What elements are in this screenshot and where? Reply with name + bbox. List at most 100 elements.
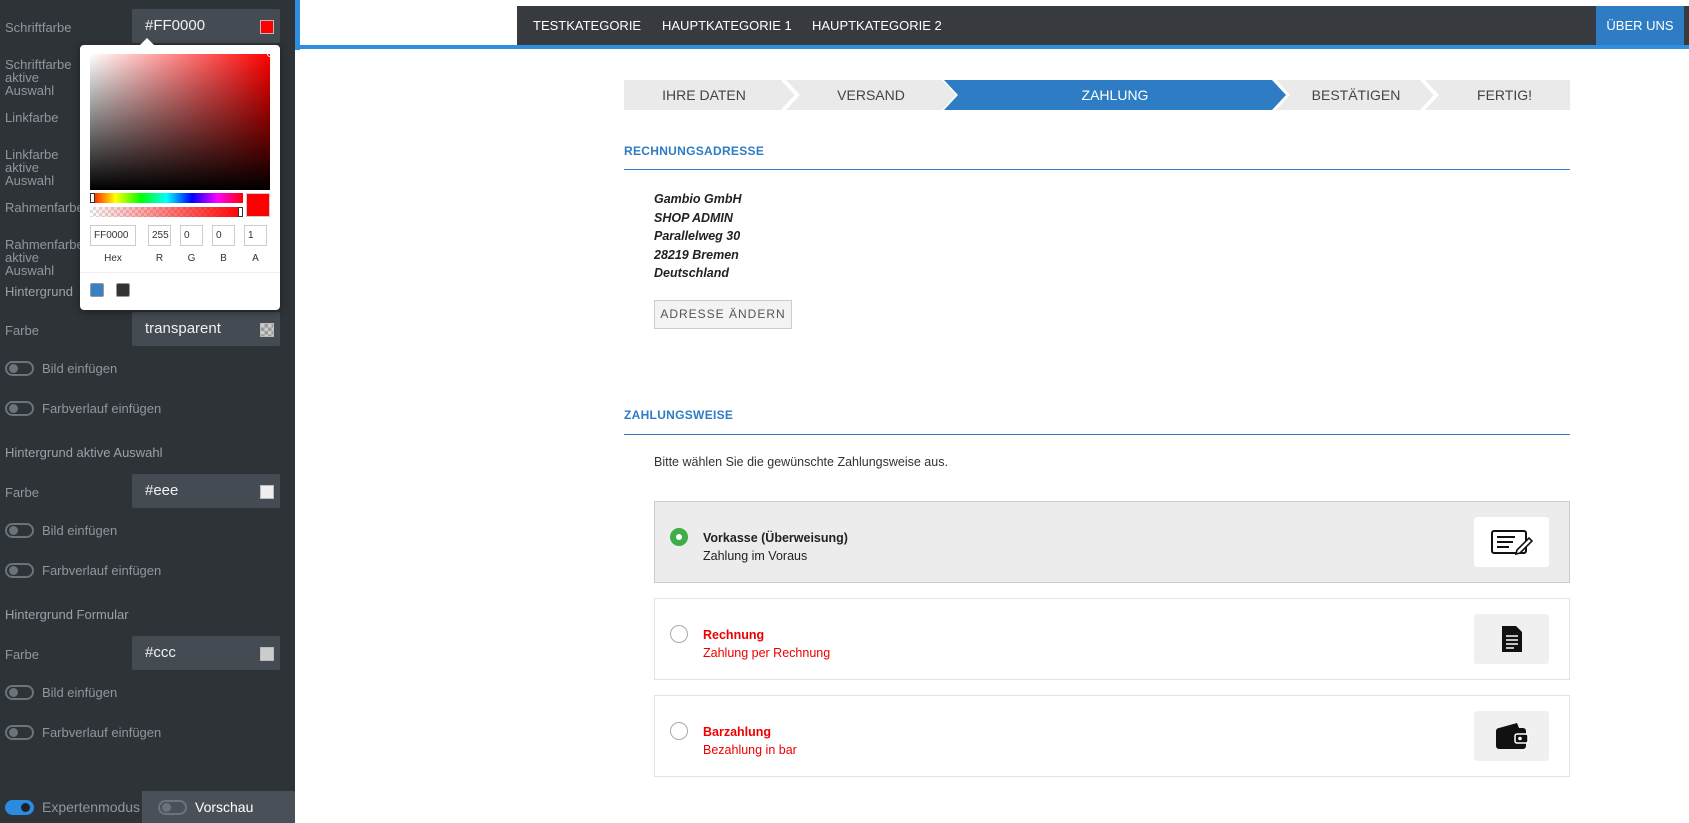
payment-name: Rechnung bbox=[703, 628, 765, 642]
alpha-slider[interactable] bbox=[90, 207, 243, 217]
section-hintergrund: Hintergrund bbox=[5, 284, 73, 299]
toggle-label: Farbverlauf einfügen bbox=[42, 401, 162, 416]
toggle-switch[interactable] bbox=[5, 361, 34, 376]
step-fertig: FERTIG! bbox=[1477, 87, 1532, 103]
transparent-swatch[interactable] bbox=[260, 323, 274, 337]
radio-button[interactable] bbox=[670, 625, 688, 643]
nav-underline bbox=[300, 45, 1689, 49]
payment-divider bbox=[624, 434, 1570, 435]
r-label: R bbox=[155, 253, 164, 264]
hue-slider[interactable] bbox=[90, 193, 243, 203]
toggle-switch[interactable] bbox=[158, 799, 187, 815]
section-hintergrund-formular: Hintergrund Formular bbox=[5, 607, 129, 622]
section-hintergrund-aktiv: Hintergrund aktive Auswahl bbox=[5, 445, 163, 460]
expert-mode-label: Expertenmodus bbox=[42, 799, 141, 815]
toggle-bild-aktiv[interactable]: Bild einfügen bbox=[5, 523, 117, 538]
hintergrund-farbe-input[interactable]: transparent bbox=[132, 312, 280, 346]
hex-input[interactable] bbox=[90, 225, 136, 246]
color-swatch[interactable] bbox=[260, 20, 274, 34]
g-input[interactable] bbox=[180, 225, 203, 246]
nav-item-ueber-uns[interactable]: ÜBER UNS bbox=[1596, 6, 1684, 45]
alpha-handle[interactable] bbox=[238, 207, 243, 217]
invoice-icon bbox=[1474, 614, 1549, 664]
toggle-switch[interactable] bbox=[5, 523, 34, 538]
g-label: G bbox=[187, 253, 196, 264]
toggle-label: Bild einfügen bbox=[42, 523, 118, 538]
expert-mode-toggle[interactable]: Expertenmodus bbox=[0, 791, 142, 823]
radio-button[interactable] bbox=[670, 722, 688, 740]
hintergrund-farbe-value: transparent bbox=[145, 320, 221, 337]
hue-handle[interactable] bbox=[90, 193, 95, 203]
toggle-verlauf-hintergrund[interactable]: Farbverlauf einfügen bbox=[5, 401, 161, 416]
preview-label: Vorschau bbox=[195, 799, 254, 815]
step-ihre-daten[interactable]: IHRE DATEN bbox=[624, 80, 784, 110]
theme-editor-sidebar: Schriftfarbe #FF0000 Schriftfarbe aktive… bbox=[0, 0, 295, 823]
shop-preview: TESTKATEGORIE HAUPTKATEGORIE 1 HAUPTKATE… bbox=[295, 0, 1689, 823]
hex-label: Hex bbox=[104, 253, 122, 264]
checkout-stepper: IHRE DATEN VERSAND ZAHLUNG BESTÄTIGEN FE… bbox=[624, 80, 1570, 110]
label-farbe: Farbe bbox=[5, 323, 39, 338]
address-line: Parallelweg 30 bbox=[654, 229, 741, 243]
toggle-switch[interactable] bbox=[5, 685, 34, 700]
payment-option-rechnung[interactable]: Rechnung Zahlung per Rechnung bbox=[654, 598, 1570, 680]
address-line: Gambio GmbH bbox=[654, 192, 742, 206]
nav-item-hauptkategorie-2[interactable]: HAUPTKATEGORIE 2 bbox=[812, 6, 942, 45]
schriftfarbe-value: #FF0000 bbox=[145, 17, 206, 34]
address-line: 28219 Bremen bbox=[654, 247, 739, 262]
label-linkfarbe: Linkfarbe bbox=[5, 110, 59, 125]
schriftfarbe-input[interactable]: #FF0000 bbox=[132, 9, 280, 43]
change-address-button[interactable]: ADRESSE ÄNDERN bbox=[654, 300, 792, 329]
hintergrund-formular-farbe-value: #ccc bbox=[145, 644, 176, 661]
hintergrund-formular-farbe-input[interactable]: #ccc bbox=[132, 636, 280, 670]
preset-swatch-blue[interactable] bbox=[90, 283, 104, 297]
saturation-handle[interactable] bbox=[267, 51, 273, 57]
payment-desc: Bezahlung in bar bbox=[703, 743, 797, 757]
preset-swatch-dark[interactable] bbox=[116, 283, 130, 297]
color-preview bbox=[246, 193, 270, 217]
payment-option-vorkasse[interactable]: Vorkasse (Überweisung) Zahlung im Voraus bbox=[654, 501, 1570, 583]
toggle-label: Bild einfügen bbox=[42, 685, 118, 700]
color-swatch[interactable] bbox=[260, 485, 274, 499]
step-bestaetigen: BESTÄTIGEN bbox=[1311, 87, 1401, 103]
label-linkfarbe-aktiv: Linkfarbe aktive Auswahl bbox=[5, 147, 59, 188]
a-input[interactable] bbox=[244, 225, 267, 246]
nav-item-testkategorie[interactable]: TESTKATEGORIE bbox=[533, 6, 641, 45]
toggle-verlauf-aktiv[interactable]: Farbverlauf einfügen bbox=[5, 563, 161, 578]
payment-option-barzahlung[interactable]: Barzahlung Bezahlung in bar bbox=[654, 695, 1570, 777]
r-input[interactable] bbox=[148, 225, 171, 246]
preview-toggle[interactable]: Vorschau bbox=[142, 791, 295, 823]
payment-name: Vorkasse (Überweisung) bbox=[703, 531, 848, 545]
toggle-switch[interactable] bbox=[5, 725, 34, 740]
toggle-switch[interactable] bbox=[5, 401, 34, 416]
sidebar-footer: Expertenmodus Vorschau bbox=[0, 791, 295, 823]
prepayment-icon bbox=[1474, 517, 1549, 567]
radio-button[interactable] bbox=[670, 528, 688, 546]
payment-desc: Zahlung per Rechnung bbox=[703, 646, 831, 660]
toggle-label: Farbverlauf einfügen bbox=[42, 563, 162, 578]
label-rahmenfarbe-aktiv: Rahmenfarbe aktive Auswahl bbox=[5, 237, 84, 278]
toggle-switch[interactable] bbox=[5, 563, 34, 578]
billing-divider bbox=[624, 169, 1570, 170]
billing-address: Gambio GmbH SHOP ADMIN Parallelweg 30 28… bbox=[654, 190, 742, 283]
toggle-bild-hintergrund[interactable]: Bild einfügen bbox=[5, 361, 117, 376]
saturation-area[interactable] bbox=[90, 51, 273, 190]
b-label: B bbox=[220, 253, 227, 264]
a-label: A bbox=[252, 253, 259, 264]
payment-desc: Zahlung im Voraus bbox=[703, 549, 808, 563]
wallet-icon bbox=[1474, 711, 1549, 761]
b-input[interactable] bbox=[212, 225, 235, 246]
step-versand[interactable]: VERSAND bbox=[796, 80, 946, 110]
toggle-bild-formular[interactable]: Bild einfügen bbox=[5, 685, 117, 700]
color-swatch[interactable] bbox=[260, 647, 274, 661]
picker-divider bbox=[80, 272, 280, 273]
toggle-switch[interactable] bbox=[5, 799, 34, 815]
address-line: Deutschland bbox=[654, 266, 730, 280]
nav-item-hauptkategorie-1[interactable]: HAUPTKATEGORIE 1 bbox=[662, 6, 792, 45]
label-farbe: Farbe bbox=[5, 485, 39, 500]
billing-title: RECHNUNGSADRESSE bbox=[624, 144, 765, 158]
address-line: SHOP ADMIN bbox=[654, 210, 733, 225]
hintergrund-aktiv-farbe-input[interactable]: #eee bbox=[132, 474, 280, 508]
label-rahmenfarbe: Rahmenfarbe bbox=[5, 200, 84, 215]
step-zahlung: ZAHLUNG bbox=[1081, 87, 1149, 103]
toggle-verlauf-formular[interactable]: Farbverlauf einfügen bbox=[5, 725, 161, 740]
